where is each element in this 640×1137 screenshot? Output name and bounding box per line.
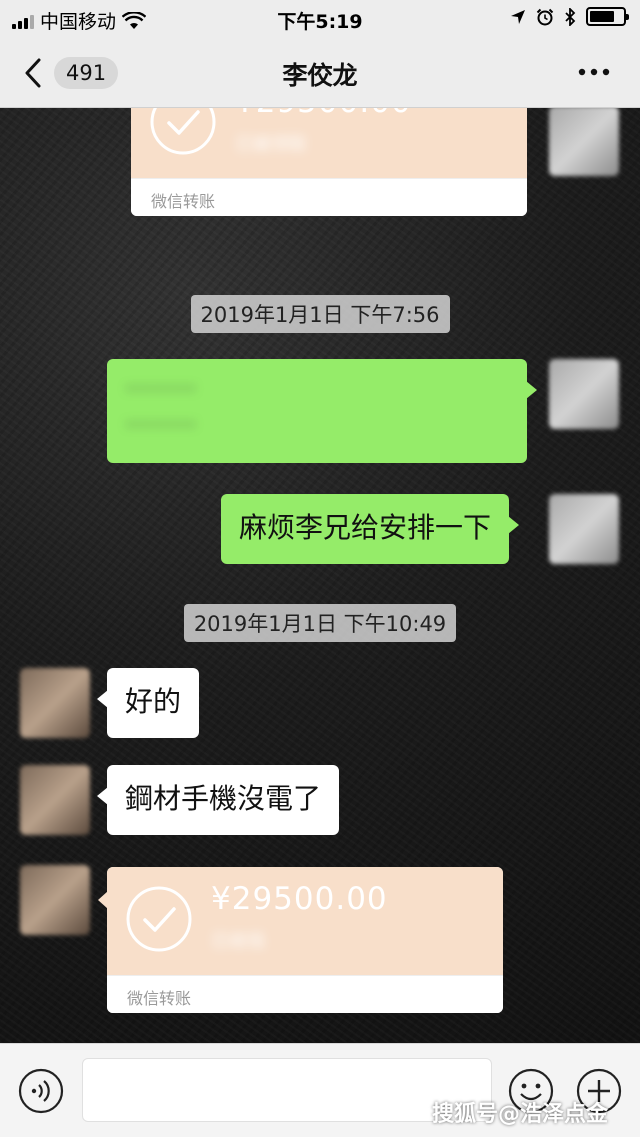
battery-icon (586, 7, 629, 26)
avatar-self[interactable] (549, 494, 619, 564)
message-bubble-received[interactable]: 鋼材手機沒電了 (96, 765, 340, 835)
avatar-contact[interactable] (20, 765, 90, 835)
message-text: 好的 (125, 685, 182, 718)
avatar-contact[interactable] (20, 865, 90, 935)
back-button[interactable]: 491 (22, 54, 122, 92)
status-right (510, 7, 629, 26)
timestamp-label: 2019年1月1日 下午7:56 (190, 295, 450, 333)
avatar-contact[interactable] (20, 668, 90, 738)
message-text-line: ········ (125, 408, 197, 441)
message-text: 麻烦李兄给安排一下 (239, 511, 492, 544)
watermark: 搜狐号@浩泽点金 (432, 1102, 609, 1127)
transfer-card-footer: 微信转账 (107, 975, 503, 1013)
status-bar: 中国移动 下午5:19 (0, 0, 640, 36)
check-circle-icon (150, 108, 216, 155)
transfer-amount: ¥29500.00 (211, 881, 388, 917)
message-list[interactable]: ¥29500.00 已被领取 微信转账 2019年1月1日 下午7:56 ···… (0, 108, 640, 1043)
message-bubble-sent[interactable]: 麻烦李兄给安排一下 (221, 494, 520, 564)
transfer-status: 已收钱 (211, 931, 265, 952)
chevron-left-icon (25, 58, 41, 88)
check-circle-icon (126, 886, 192, 952)
message-input[interactable] (82, 1058, 492, 1122)
alarm-icon (536, 8, 554, 25)
avatar-self[interactable] (549, 359, 619, 429)
unread-count-badge: 491 (54, 57, 119, 89)
transfer-amount: ¥29500.00 (235, 108, 412, 120)
message-bubble-received[interactable]: 好的 (96, 668, 200, 738)
message-text-line: ········ (125, 372, 197, 405)
chat-header: 491 李佼龙 (0, 36, 640, 108)
avatar-self[interactable] (549, 108, 619, 176)
voice-input-icon[interactable] (18, 1068, 64, 1114)
transfer-label: 微信转账 (127, 989, 192, 1008)
message-text: 鋼材手機沒電了 (125, 782, 322, 815)
message-bubble-sent[interactable]: ········ ········ (107, 359, 537, 463)
more-options-icon[interactable] (574, 58, 614, 86)
location-arrow-icon (511, 9, 525, 24)
transfer-label: 微信转账 (151, 192, 216, 211)
transfer-card-header: ¥29500.00 已被领取 (131, 108, 527, 178)
transfer-status: 已被领取 (235, 134, 307, 155)
timestamp-label: 2019年1月1日 下午10:49 (183, 604, 457, 642)
transfer-card-footer: 微信转账 (131, 178, 527, 216)
bluetooth-icon (565, 7, 576, 26)
timestamp: 2019年1月1日 下午10:49 (0, 604, 640, 642)
transfer-card-header: ¥29500.00 已收钱 (107, 867, 503, 975)
timestamp: 2019年1月1日 下午7:56 (0, 295, 640, 333)
transfer-card-received[interactable]: ¥29500.00 已收钱 微信转账 (98, 867, 503, 1013)
transfer-card-sent[interactable]: ¥29500.00 已被领取 微信转账 (131, 108, 527, 216)
